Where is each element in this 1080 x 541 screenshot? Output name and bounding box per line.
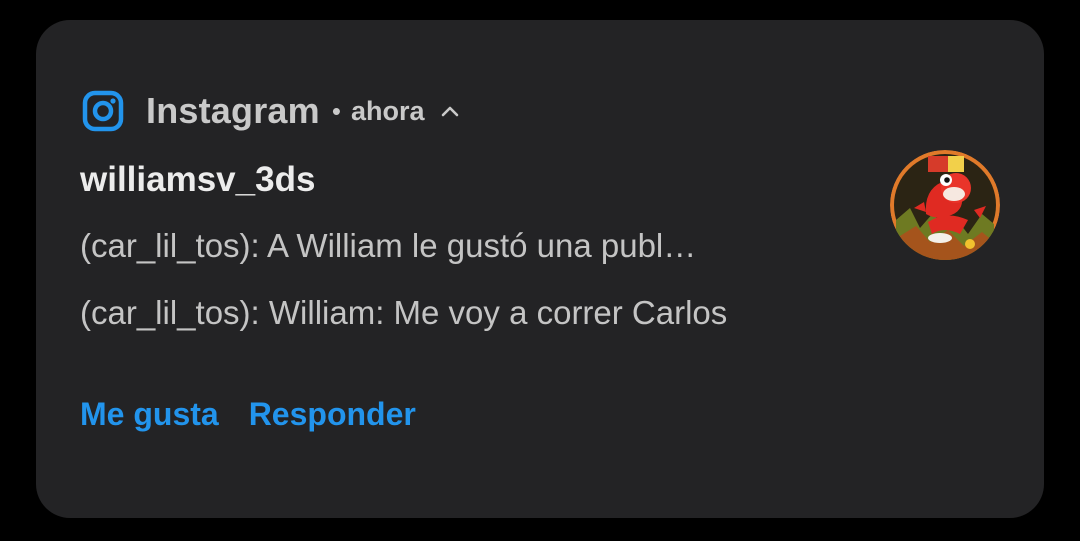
notification-sender: williamsv_3ds (80, 160, 316, 199)
notification-message-1: (car_lil_tos): A William le gustó una pu… (80, 227, 697, 264)
notification-header[interactable]: Instagram • ahora (82, 90, 461, 132)
notification-actions: Me gusta Responder (80, 396, 416, 433)
notification-message-2: (car_lil_tos): William: Me voy a correr … (80, 294, 728, 331)
like-button[interactable]: Me gusta (80, 396, 219, 433)
reply-button[interactable]: Responder (249, 396, 416, 433)
header-separator: • (331, 95, 341, 126)
chevron-up-icon[interactable] (439, 100, 461, 122)
avatar (890, 150, 1000, 260)
notification-time: ahora (350, 95, 425, 126)
notification-card[interactable]: Instagram • ahora williamsv_3ds (car_lil… (36, 20, 1044, 518)
instagram-icon (82, 90, 124, 132)
app-name: Instagram (146, 90, 320, 131)
